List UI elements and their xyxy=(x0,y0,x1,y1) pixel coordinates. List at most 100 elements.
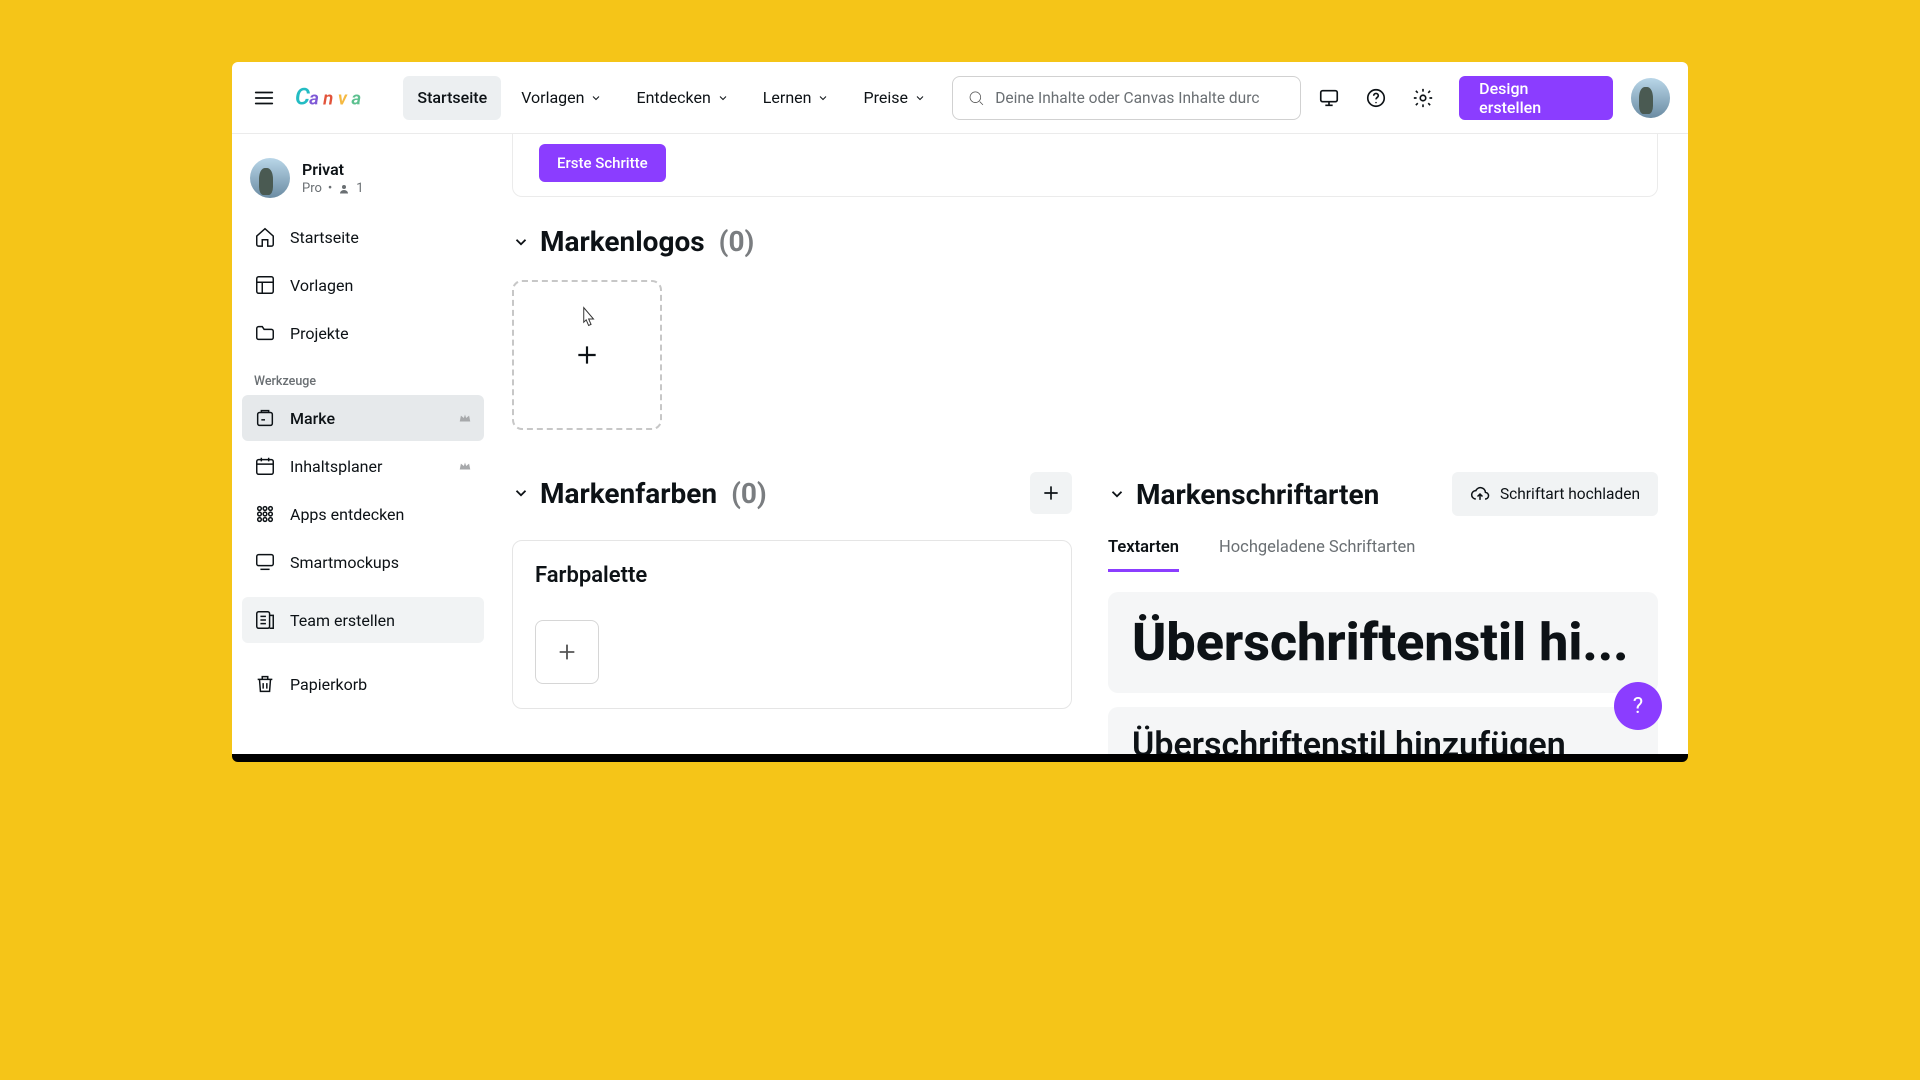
svg-text:a: a xyxy=(352,87,362,109)
sidebar-profile[interactable]: Privat Pro • 1 xyxy=(242,148,484,214)
sidebar-item-label: Smartmockups xyxy=(290,553,399,572)
top-nav: C a n v a Startseite Vorlagen Entdecken … xyxy=(232,62,1688,134)
brand-icon xyxy=(254,407,276,429)
help-icon xyxy=(1365,87,1387,109)
profile-plan: Pro xyxy=(302,181,322,196)
nav-pricing[interactable]: Preise xyxy=(849,76,939,120)
tab-text-styles[interactable]: Textarten xyxy=(1108,538,1179,572)
sidebar-item-label: Marke xyxy=(290,409,335,428)
search-box[interactable] xyxy=(952,76,1301,120)
nav-home-label: Startseite xyxy=(417,88,487,107)
profile-members: 1 xyxy=(356,181,363,196)
monitor-icon xyxy=(1318,87,1340,109)
window-bottom-edge xyxy=(232,754,1688,762)
sidebar: Privat Pro • 1 Startseite Vorlagen xyxy=(232,134,494,754)
font-style-heading-large[interactable]: Überschriftenstil hi... xyxy=(1108,592,1658,693)
nav-discover-label: Entdecken xyxy=(636,88,710,107)
svg-text:a: a xyxy=(309,87,319,109)
folder-icon xyxy=(254,322,276,344)
section-count: (0) xyxy=(731,477,767,510)
chevron-down-icon xyxy=(590,92,602,104)
main-content: Erste Schritte Markenlogos (0) xyxy=(494,134,1688,754)
nav-home[interactable]: Startseite xyxy=(403,76,501,120)
sidebar-item-trash[interactable]: Papierkorb xyxy=(242,661,484,707)
nav-templates[interactable]: Vorlagen xyxy=(507,76,616,120)
section-title: Markenlogos xyxy=(540,225,705,258)
upload-cloud-icon xyxy=(1470,484,1490,504)
nav-discover[interactable]: Entdecken xyxy=(622,76,742,120)
create-design-label: Design erstellen xyxy=(1479,79,1593,117)
add-logo-dropzone[interactable] xyxy=(512,280,662,430)
section-brand-fonts: Markenschriftarten Schriftart hochladen … xyxy=(1108,472,1658,754)
home-icon xyxy=(254,226,276,248)
add-palette-button[interactable] xyxy=(1030,472,1072,514)
chevron-down-icon xyxy=(717,92,729,104)
font-card-label: Überschriftenstil hi... xyxy=(1132,612,1629,673)
chevron-down-icon xyxy=(817,92,829,104)
canva-logo[interactable]: C a n v a xyxy=(295,83,383,113)
calendar-icon xyxy=(254,455,276,477)
section-header-fonts[interactable]: Markenschriftarten Schriftart hochladen xyxy=(1108,472,1658,516)
help-fab[interactable]: ? xyxy=(1614,682,1662,730)
section-header-colors[interactable]: Markenfarben (0) xyxy=(512,472,1072,514)
settings-button[interactable] xyxy=(1404,78,1443,118)
sidebar-item-templates[interactable]: Vorlagen xyxy=(242,262,484,308)
tab-label: Hochgeladene Schriftarten xyxy=(1219,538,1415,557)
sidebar-item-brand[interactable]: Marke xyxy=(242,395,484,441)
sidebar-item-home[interactable]: Startseite xyxy=(242,214,484,260)
chevron-down-icon xyxy=(1108,485,1126,503)
templates-icon xyxy=(254,274,276,296)
section-header-logos[interactable]: Markenlogos (0) xyxy=(512,225,1658,258)
sidebar-item-smartmockups[interactable]: Smartmockups xyxy=(242,539,484,585)
sidebar-item-content-planner[interactable]: Inhaltsplaner xyxy=(242,443,484,489)
sidebar-heading-tools: Werkzeuge xyxy=(242,356,484,395)
sidebar-item-projects[interactable]: Projekte xyxy=(242,310,484,356)
nav-templates-label: Vorlagen xyxy=(521,88,584,107)
hamburger-icon xyxy=(253,87,275,109)
gear-icon xyxy=(1412,87,1434,109)
nav-learn[interactable]: Lernen xyxy=(749,76,844,120)
tab-uploaded-fonts[interactable]: Hochgeladene Schriftarten xyxy=(1219,538,1415,572)
palette-title: Farbpalette xyxy=(535,563,1049,588)
upload-font-button[interactable]: Schriftart hochladen xyxy=(1452,472,1658,516)
crown-icon xyxy=(458,459,472,473)
first-steps-button[interactable]: Erste Schritte xyxy=(539,144,666,182)
sidebar-item-discover-apps[interactable]: Apps entdecken xyxy=(242,491,484,537)
search-input[interactable] xyxy=(995,89,1286,107)
trash-icon xyxy=(254,673,276,695)
help-fab-label: ? xyxy=(1633,694,1643,719)
section-count: (0) xyxy=(719,225,755,258)
canva-logo-icon: C a n v a xyxy=(295,83,383,113)
plus-icon xyxy=(574,342,600,368)
section-title: Markenschriftarten xyxy=(1136,478,1379,511)
apps-icon xyxy=(254,503,276,525)
plus-icon xyxy=(1041,483,1061,503)
first-steps-label: Erste Schritte xyxy=(557,154,648,172)
avatar[interactable] xyxy=(1631,78,1670,118)
section-title: Markenfarben xyxy=(540,477,717,510)
hamburger-menu-button[interactable] xyxy=(244,78,283,118)
sidebar-item-create-team[interactable]: Team erstellen xyxy=(242,597,484,643)
help-button[interactable] xyxy=(1356,78,1395,118)
font-card-label: Überschriftenstil hinzufügen xyxy=(1132,725,1566,754)
smartmockups-icon xyxy=(254,551,276,573)
upload-font-label: Schriftart hochladen xyxy=(1500,485,1640,503)
desktop-app-button[interactable] xyxy=(1309,78,1348,118)
add-color-button[interactable] xyxy=(535,620,599,684)
sidebar-item-label: Papierkorb xyxy=(290,675,367,694)
avatar xyxy=(250,158,290,198)
svg-text:n: n xyxy=(324,87,334,109)
search-icon xyxy=(967,88,985,108)
create-design-button[interactable]: Design erstellen xyxy=(1459,76,1613,120)
chevron-down-icon xyxy=(512,484,530,502)
section-brand-logos: Markenlogos (0) xyxy=(512,225,1658,430)
tab-label: Textarten xyxy=(1108,538,1179,557)
sidebar-item-label: Startseite xyxy=(290,228,359,247)
crown-icon xyxy=(458,411,472,425)
sidebar-item-label: Inhaltsplaner xyxy=(290,457,382,476)
person-icon xyxy=(338,183,350,195)
svg-text:v: v xyxy=(338,87,348,109)
svg-text:C: C xyxy=(295,83,310,110)
font-style-heading-small[interactable]: Überschriftenstil hinzufügen xyxy=(1108,707,1658,754)
chevron-down-icon xyxy=(512,233,530,251)
